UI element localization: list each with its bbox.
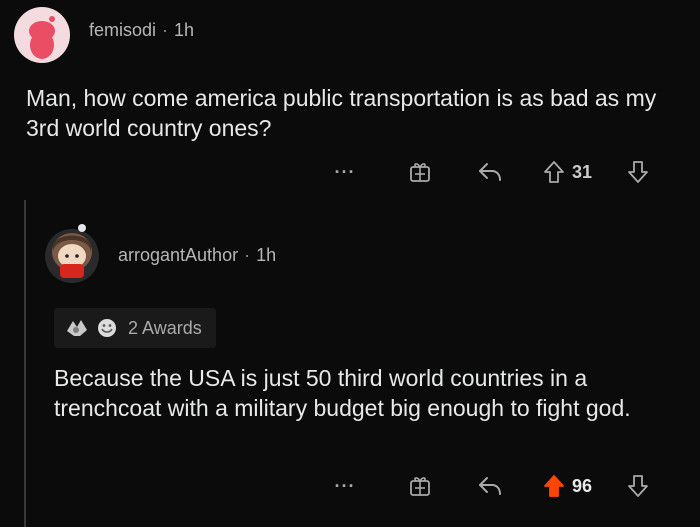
comment-body: Man, how come america public transportat…	[26, 85, 657, 141]
give-award-button[interactable]	[404, 154, 436, 190]
separator: ·	[162, 20, 169, 40]
downvote-button[interactable]	[624, 468, 652, 504]
timestamp: 1h	[174, 20, 195, 40]
more-options-button[interactable]: ···	[330, 468, 360, 504]
upvote-button[interactable]	[540, 154, 568, 190]
more-options-button[interactable]: ···	[330, 154, 360, 190]
username[interactable]: femisodi	[89, 20, 156, 40]
downvote-button[interactable]	[624, 154, 652, 190]
gift-award-icon	[410, 163, 430, 182]
awards-badge[interactable]: 2 Awards	[54, 308, 216, 348]
username[interactable]: arrogantAuthor	[118, 245, 238, 265]
avatar-character-icon	[45, 224, 99, 283]
awards-count-label: 2 Awards	[128, 317, 202, 338]
comment-author-line: arrogantAuthor · 1h	[118, 245, 276, 266]
reply-arrow-icon	[479, 477, 501, 495]
reply-arrow-icon	[479, 163, 501, 181]
avatar[interactable]	[14, 7, 70, 63]
timestamp: 1h	[256, 245, 277, 265]
comment-body: Because the USA is just 50 third world c…	[54, 365, 631, 421]
reply-comment: arrogantAuthor · 1h 2 Awards Because the U…	[0, 200, 700, 527]
gift-award-icon	[410, 477, 430, 496]
reply-button[interactable]	[474, 154, 506, 190]
downvote-arrow-icon	[628, 161, 648, 183]
award-badge-icon	[98, 319, 116, 337]
award-badge-icon	[67, 320, 87, 336]
upvote-arrow-icon	[544, 161, 564, 183]
avatar[interactable]	[40, 222, 104, 286]
comment-author-line: femisodi · 1h	[89, 20, 194, 41]
comment-action-bar: ··· 96	[330, 468, 670, 504]
upvote-button[interactable]	[540, 468, 568, 504]
comment-action-bar: ··· 31	[330, 154, 670, 190]
separator: ·	[244, 245, 251, 265]
vote-score: 31	[572, 162, 593, 182]
give-award-button[interactable]	[404, 468, 436, 504]
upvote-arrow-icon	[544, 475, 564, 497]
avatar-snoo-icon	[29, 16, 55, 59]
top-comment: femisodi · 1h Man, how come america public…	[0, 0, 700, 200]
downvote-arrow-icon	[628, 475, 648, 497]
reply-button[interactable]	[474, 468, 506, 504]
vote-score: 96	[572, 476, 593, 496]
